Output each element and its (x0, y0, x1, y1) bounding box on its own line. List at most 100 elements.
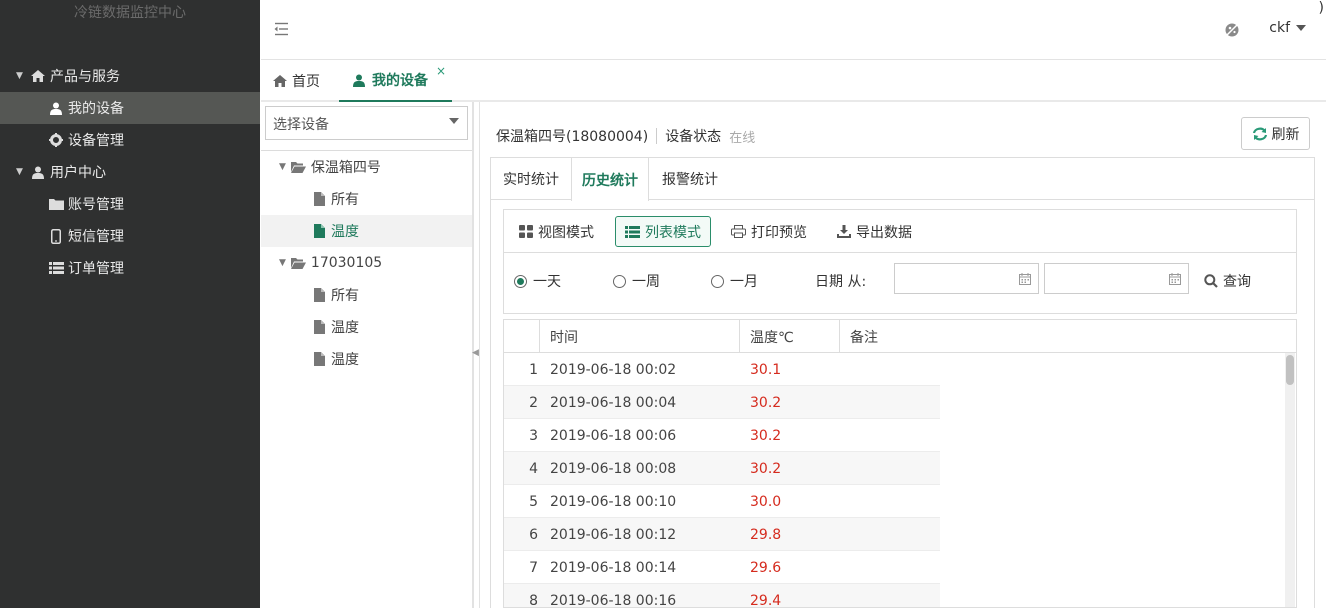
tab-home[interactable]: 首页 (273, 60, 335, 102)
col-temp[interactable]: 温度℃ (740, 320, 840, 353)
row-number: 8 (529, 592, 538, 608)
tab-my-devices[interactable]: 我的设备 × (339, 60, 452, 102)
home-icon (30, 68, 46, 84)
column-header: 备注 (850, 329, 878, 346)
file-icon (314, 288, 325, 302)
table-row[interactable]: 4 2019-06-18 00:08 30.2 (504, 452, 940, 485)
tree-node-device[interactable]: ▼ 保温箱四号 (261, 151, 472, 183)
row-time: 2019-06-18 00:12 (550, 526, 677, 543)
sidebar-item-my-devices[interactable]: 我的设备 (0, 92, 260, 124)
row-temp: 30.2 (750, 394, 782, 411)
table-row[interactable]: 5 2019-06-18 00:10 30.0 (504, 485, 940, 518)
tree-node-channel[interactable]: 温度 (261, 311, 472, 343)
tab-label: 历史统计 (582, 172, 638, 189)
table-row[interactable]: 7 2019-06-18 00:14 29.6 (504, 551, 940, 584)
row-temp: 29.6 (750, 559, 782, 576)
tree-node-channel[interactable]: 所有 (261, 279, 472, 311)
row-time: 2019-06-18 00:08 (550, 460, 677, 477)
stat-tabs: 实时统计 历史统计 报警统计 (490, 157, 1315, 201)
table-row[interactable]: 1 2019-06-18 00:02 30.1 (504, 353, 940, 386)
col-note[interactable]: 备注 (840, 320, 1296, 353)
tree-node-device[interactable]: ▼ 17030105 (261, 247, 472, 279)
tree-node-label: 保温箱四号 (310, 160, 381, 176)
query-button[interactable]: 查询 (1204, 271, 1251, 291)
row-number: 3 (529, 427, 538, 444)
radio-unchecked-icon (711, 274, 724, 288)
device-select[interactable]: 选择设备 (265, 106, 468, 140)
sidebar-item-label: 订单管理 (68, 261, 124, 277)
radio-unchecked-icon (613, 274, 626, 288)
row-number: 1 (529, 361, 538, 378)
tree-node-label: 温度 (331, 320, 359, 336)
radio-label: 一天 (533, 274, 561, 290)
row-temp: 29.8 (750, 526, 782, 543)
user-name: ckf (1269, 20, 1290, 36)
file-icon (314, 352, 325, 366)
query-label: 查询 (1223, 274, 1251, 290)
range-week-radio[interactable]: 一周 (613, 271, 660, 291)
tree-node-label: 温度 (331, 352, 359, 368)
tab-history[interactable]: 历史统计 (571, 158, 649, 201)
col-rownum (504, 320, 540, 353)
view-mode-label: 视图模式 (538, 224, 594, 241)
status-badge: 在线 (729, 130, 756, 146)
row-time: 2019-06-18 00:14 (550, 559, 677, 576)
sidebar-group-products[interactable]: ▼ 产品与服务 (0, 60, 260, 92)
home-icon (273, 75, 287, 87)
tab-realtime[interactable]: 实时统计 (491, 158, 571, 200)
refresh-icon (1252, 127, 1267, 140)
list-icon (48, 260, 64, 276)
col-time[interactable]: 时间 (540, 320, 740, 353)
row-time: 2019-06-18 00:02 (550, 361, 677, 378)
column-header: 温度℃ (750, 329, 794, 346)
top-bar: ckf ) (261, 0, 1326, 60)
sidebar-group-user-center[interactable]: ▼ 用户中心 (0, 156, 260, 188)
date-from-input[interactable] (894, 263, 1039, 294)
export-button[interactable]: 导出数据 (828, 216, 921, 247)
print-preview-button[interactable]: 打印预览 (722, 216, 816, 247)
gear-icon (48, 132, 64, 148)
scroll-thumb[interactable] (1286, 355, 1294, 385)
date-filter: 一天 一周 一月 日期 从: 查询 (503, 253, 1297, 314)
app-title: 冷链数据监控中心 (74, 5, 186, 21)
collapse-left-icon[interactable]: ◀ (472, 348, 479, 358)
table-row[interactable]: 2 2019-06-18 00:04 30.2 (504, 386, 940, 419)
list-mode-button[interactable]: 列表模式 (615, 216, 711, 247)
tree-node-channel[interactable]: 温度 (261, 343, 472, 375)
tab-alarm[interactable]: 报警统计 (649, 158, 731, 200)
date-to-input[interactable] (1044, 263, 1189, 294)
tree-node-channel-selected[interactable]: 温度 (261, 215, 472, 247)
radio-label: 一月 (730, 274, 758, 290)
device-detail: 保温箱四号(18080004) 设备状态 在线 刷新 实时统计 历史统计 报警统… (479, 102, 1326, 608)
vertical-scrollbar[interactable] (1285, 353, 1295, 607)
range-day-radio[interactable]: 一天 (514, 271, 561, 291)
sidebar-item-sms[interactable]: 短信管理 (0, 220, 260, 252)
sidebar-item-accounts[interactable]: 账号管理 (0, 188, 260, 220)
device-status-label: 设备状态 (665, 129, 722, 145)
column-header: 时间 (550, 329, 578, 346)
tab-label: 我的设备 (372, 73, 428, 89)
sidebar-item-orders[interactable]: 订单管理 (0, 252, 260, 284)
menu-toggle-icon[interactable] (273, 22, 289, 40)
table-row[interactable]: 6 2019-06-18 00:12 29.8 (504, 518, 940, 551)
file-icon (314, 320, 325, 334)
table-row[interactable]: 8 2019-06-18 00:16 29.4 (504, 584, 940, 608)
caret-down-icon: ▼ (16, 71, 23, 81)
list-mode-label: 列表模式 (645, 224, 701, 241)
theme-icon[interactable] (1224, 22, 1240, 42)
calendar-icon (1019, 273, 1031, 285)
sidebar-item-device-management[interactable]: 设备管理 (0, 124, 260, 156)
view-mode-button[interactable]: 视图模式 (510, 216, 603, 247)
print-preview-label: 打印预览 (751, 224, 807, 241)
table-row[interactable]: 3 2019-06-18 00:06 30.2 (504, 419, 940, 452)
device-select-placeholder: 选择设备 (273, 117, 329, 133)
tab-label: 首页 (292, 74, 320, 90)
refresh-button[interactable]: 刷新 (1241, 117, 1310, 150)
device-header: 保温箱四号(18080004) 设备状态 在线 (496, 126, 755, 146)
tree-node-label: 所有 (331, 192, 359, 208)
user-menu[interactable]: ckf (1269, 20, 1306, 36)
tree-node-channel[interactable]: 所有 (261, 183, 472, 215)
close-icon[interactable]: × (436, 64, 446, 78)
range-month-radio[interactable]: 一月 (711, 271, 758, 291)
sidebar-group-label: 产品与服务 (50, 69, 120, 85)
